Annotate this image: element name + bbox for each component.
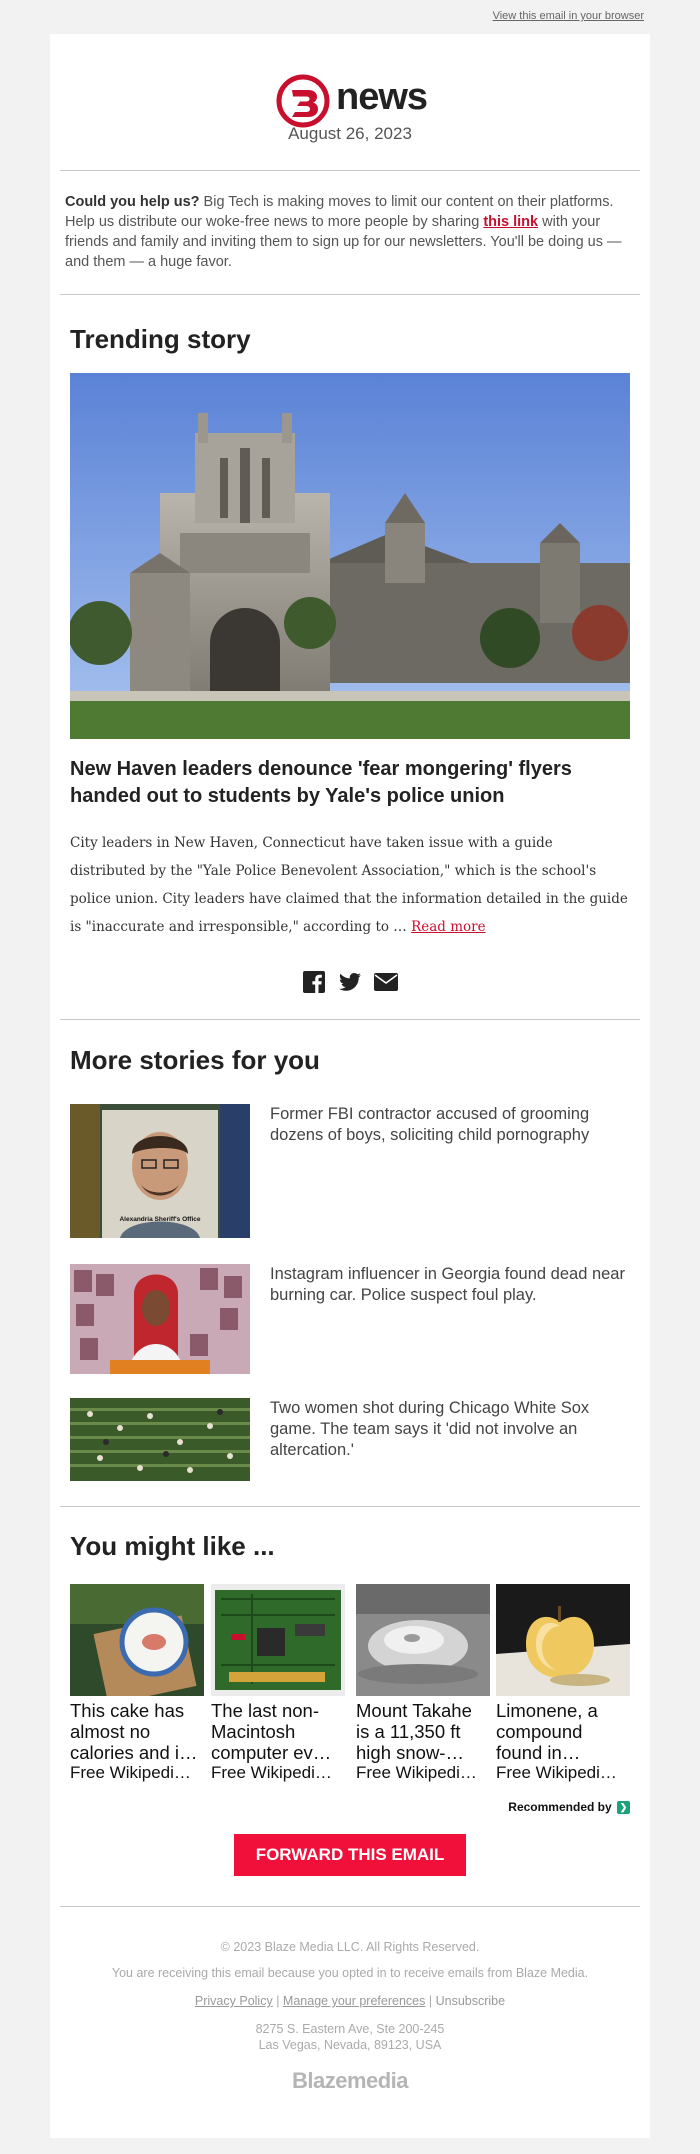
read-more-link[interactable]: Read more [411,919,486,935]
divider [60,1906,640,1907]
outbrain-logo-icon: ❯ [617,1801,630,1815]
help-message: Could you help us? Big Tech is making mo… [65,192,635,272]
unsubscribe-link[interactable]: Unsubscribe [436,1994,505,2008]
recommendations: This cake has almost no calories and i… … [70,1584,630,1784]
divider [60,1506,640,1507]
recommendation-title[interactable]: The last non-Macintosh computer ev… [211,1700,345,1763]
divider [60,294,640,295]
divider [60,170,640,171]
footer-notice: You are receiving this email because you… [111,1966,589,1980]
footer-separator: | [428,1994,433,2008]
story-title[interactable]: Two women shot during Chicago White Sox … [270,1398,630,1461]
recommendation-item-2[interactable]: The last non-Macintosh computer ev… Free… [211,1584,345,1783]
recommendation-item-1[interactable]: This cake has almost no calories and i… … [70,1584,204,1783]
footer-separator: | [276,1994,280,2008]
privacy-policy-link[interactable]: Privacy Policy [195,1994,273,2008]
brand-logo[interactable]: news [50,54,650,128]
recommendation-source: Free Wikipedi… [356,1763,477,1782]
divider [60,1019,640,1020]
recommendation-source: Free Wikipedi… [211,1763,332,1782]
story-title[interactable]: Instagram influencer in Georgia found de… [270,1264,630,1306]
manage-preferences-link[interactable]: Manage your preferences [283,1994,425,2008]
story-item-1[interactable]: Alexandria Sheriff's Office Former FBI c… [70,1104,630,1238]
trending-story-image[interactable] [70,373,630,739]
recommended-by-label: Recommended by [508,1800,612,1814]
recommendation-item-3[interactable]: Mount Takahe is a 11,350 ft high snow-… … [356,1584,490,1783]
share-link[interactable]: this link [483,214,538,230]
footer-address-line-1: 8275 S. Eastern Ave, Ste 200-245 [255,2022,445,2036]
recommendation-image[interactable] [70,1584,204,1696]
facebook-icon[interactable] [302,970,326,994]
you-might-like-section-title: You might like ... [70,1531,275,1561]
story-thumbnail[interactable]: Alexandria Sheriff's Office [70,1104,250,1238]
twitter-icon[interactable] [338,970,362,994]
logo-wordmark: news [336,76,428,118]
yale-building-image [70,373,630,739]
recommendation-image[interactable] [356,1584,490,1696]
recommendation-item-4[interactable]: Limonene, a compound found in… Free Wiki… [496,1584,630,1783]
story-thumbnail[interactable] [70,1398,250,1481]
blaze-logo-icon [276,74,330,128]
footer-links: Privacy Policy | Manage your preferences… [50,1994,650,2008]
view-in-browser-link[interactable]: View this email in your browser [493,10,644,22]
story-thumbnail[interactable] [70,1264,250,1374]
recommendation-title[interactable]: This cake has almost no calories and i… [70,1700,204,1763]
mugshot-caption: Alexandria Sheriff's Office [119,1216,201,1223]
email-icon[interactable] [374,970,399,994]
share-bar [50,970,650,994]
forward-email-button[interactable]: FORWARD THIS EMAIL [234,1834,466,1876]
more-stories-section-title: More stories for you [70,1045,320,1075]
recommendation-image[interactable] [496,1584,630,1696]
recommendation-source: Free Wikipedi… [70,1763,191,1782]
recommendation-title[interactable]: Mount Takahe is a 11,350 ft high snow-… [356,1700,490,1763]
help-lead: Could you help us? [65,194,200,210]
story-item-2[interactable]: Instagram influencer in Georgia found de… [70,1264,630,1374]
trending-summary: City leaders in New Haven, Connecticut h… [70,829,630,941]
footer-copyright: © 2023 Blaze Media LLC. All Rights Reser… [220,1940,480,1954]
trending-summary-text: City leaders in New Haven, Connecticut h… [70,835,628,935]
recommended-by[interactable]: Recommended by ❯ [508,1800,630,1815]
recommendation-image[interactable] [211,1584,345,1696]
recommendation-source: Free Wikipedi… [496,1763,617,1782]
recommendation-title[interactable]: Limonene, a compound found in… [496,1700,630,1763]
issue-date: August 26, 2023 [288,124,412,143]
trending-headline[interactable]: New Haven leaders denounce 'fear mongeri… [70,756,630,810]
footer-address-line-2: Las Vegas, Nevada, 89123, USA [258,2038,442,2052]
email-card: news August 26, 2023 Could you help us? … [50,34,650,2138]
blaze-media-logo[interactable]: Blazemedia [50,2068,650,2094]
story-item-3[interactable]: Two women shot during Chicago White Sox … [70,1398,630,1481]
trending-section-title: Trending story [70,324,251,354]
story-title[interactable]: Former FBI contractor accused of groomin… [270,1104,630,1146]
